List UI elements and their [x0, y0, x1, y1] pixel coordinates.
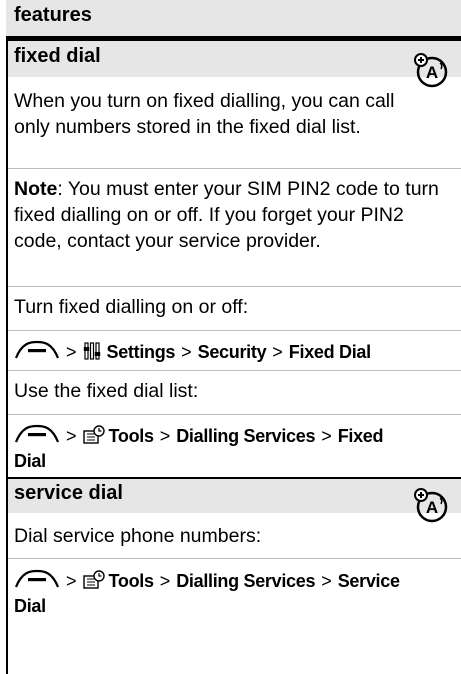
- separator: [8, 414, 461, 415]
- menu-key-icon: [14, 569, 60, 588]
- separator: [8, 558, 461, 559]
- left-rule: [6, 0, 8, 674]
- menu-security: Security: [197, 342, 267, 362]
- menu-tools: Tools: [108, 426, 154, 446]
- tools-icon: [82, 570, 105, 589]
- network-feature-icon: A: [414, 53, 448, 88]
- fixed-dial-instruction-1: Turn fixed dialling on or off:: [14, 296, 249, 318]
- separator-gt: >: [66, 342, 77, 362]
- page-frame: features fixed dial A When you turn on f…: [6, 0, 461, 674]
- note-text: : You must enter your SIM PIN2 code to t…: [14, 178, 439, 252]
- svg-text:A: A: [426, 498, 438, 517]
- svg-text:A: A: [426, 63, 438, 82]
- separator: [8, 168, 461, 169]
- settings-icon: [83, 342, 100, 360]
- tools-icon: [82, 425, 105, 444]
- menu-fixed: Fixed: [337, 426, 384, 446]
- menu-settings: Settings: [106, 342, 176, 362]
- separator: [8, 330, 461, 331]
- service-dial-instruction: Dial service phone numbers:: [14, 525, 262, 547]
- menu-key-icon: [14, 340, 60, 359]
- menu-key-icon: [14, 424, 60, 443]
- menu-dial: Dial: [14, 596, 46, 616]
- separator-gt: >: [159, 571, 171, 591]
- fixed-dial-menu-path-1: > Settings > Security > Fixed Dial: [14, 339, 454, 365]
- separator-gt: >: [272, 342, 283, 362]
- separator: [8, 286, 461, 287]
- network-feature-icon: A: [414, 488, 448, 523]
- note-label: Note: [14, 178, 58, 200]
- menu-service: Service: [337, 571, 400, 591]
- fixed-dial-title: fixed dial: [14, 45, 101, 67]
- separator-gt: >: [321, 571, 332, 591]
- separator-gt: >: [321, 426, 332, 446]
- menu-fixed-dial: Fixed Dial: [288, 342, 371, 362]
- menu-dialling-services: Dialling Services: [176, 571, 316, 591]
- fixed-dial-intro: When you turn on fixed dialling, you can…: [14, 90, 395, 138]
- menu-dialling-services: Dialling Services: [176, 426, 316, 446]
- service-dial-title: service dial: [14, 482, 123, 504]
- menu-dial: Dial: [14, 451, 46, 471]
- separator-gt: >: [181, 342, 192, 362]
- separator-gt: >: [159, 426, 171, 446]
- menu-tools: Tools: [108, 571, 154, 591]
- separator-gt: >: [66, 571, 77, 591]
- separator-gt: >: [66, 426, 77, 446]
- separator: [8, 370, 461, 371]
- table-header-title: features: [14, 4, 92, 26]
- service-dial-menu-path: > Tools > Dialling Services > Service Dial: [14, 568, 454, 619]
- fixed-dial-note: Note: You must enter your SIM PIN2 code …: [14, 176, 452, 254]
- fixed-dial-menu-path-2: > Tools > Dialling Services > Fixed Dial: [14, 423, 454, 474]
- table-header: features: [6, 0, 461, 36]
- fixed-dial-instruction-2: Use the fixed dial list:: [14, 380, 199, 402]
